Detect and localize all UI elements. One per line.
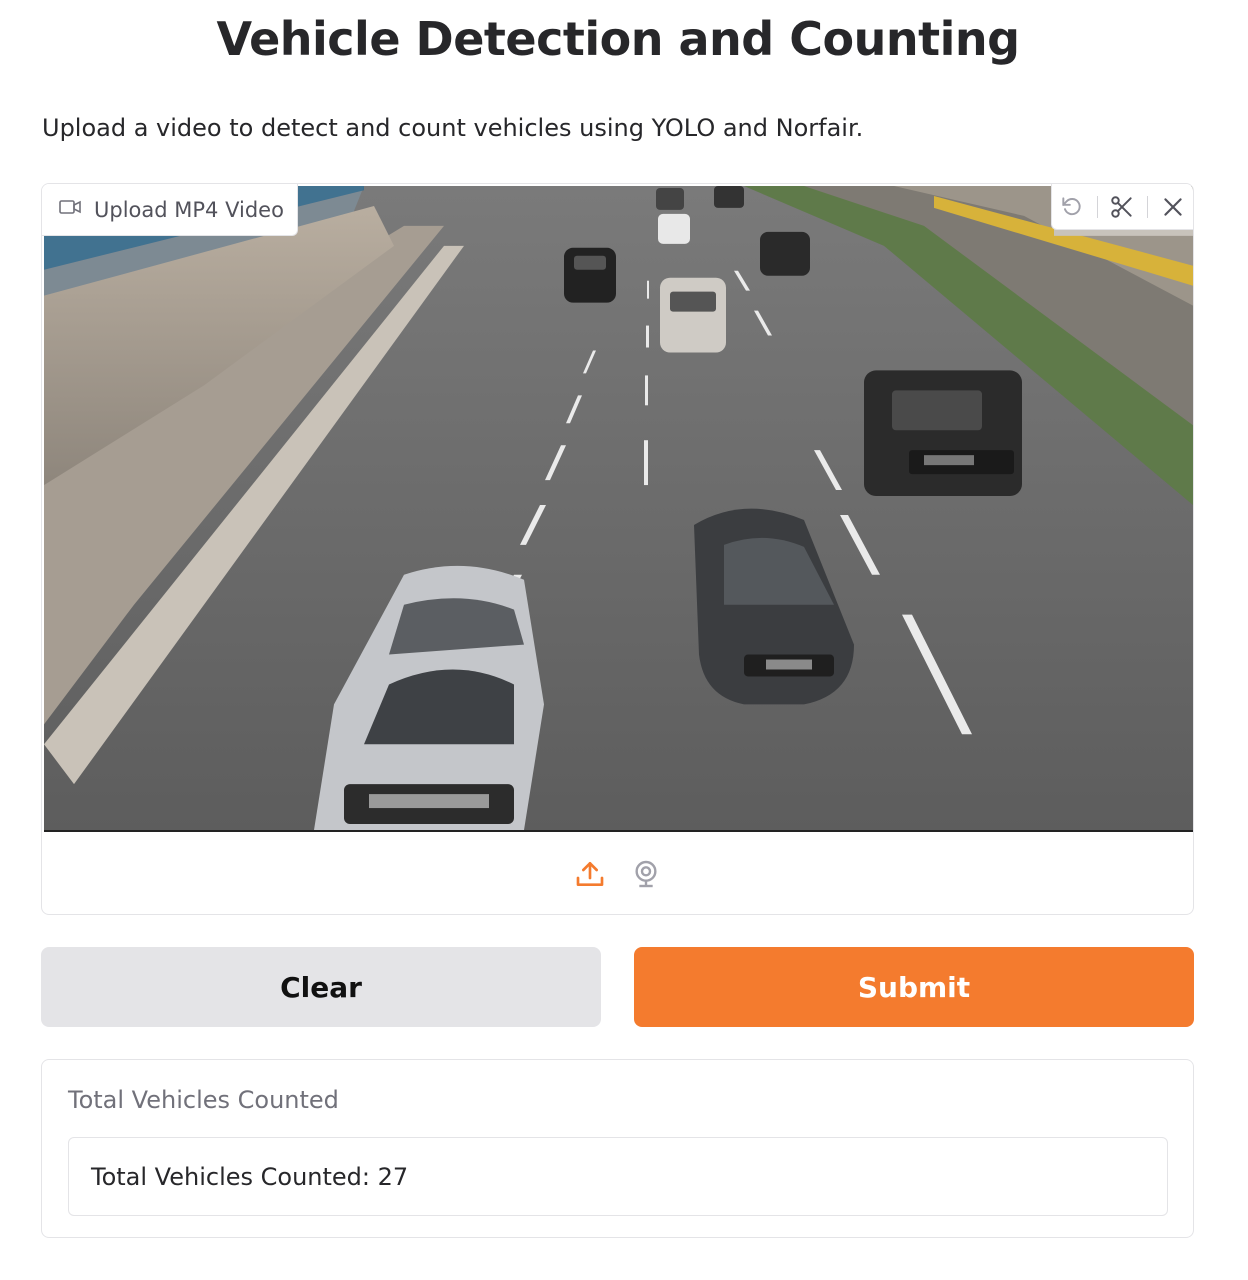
output-textbox[interactable]: Total Vehicles Counted: 27 xyxy=(68,1137,1168,1216)
source-selector xyxy=(42,834,1193,914)
page-description: Upload a video to detect and count vehic… xyxy=(42,114,864,142)
video-camera-icon xyxy=(58,195,82,224)
close-icon[interactable] xyxy=(1158,192,1188,222)
submit-button[interactable]: Submit xyxy=(634,947,1194,1027)
scissors-icon[interactable] xyxy=(1107,192,1137,222)
video-preview[interactable] xyxy=(44,186,1193,832)
toolbar-divider xyxy=(1096,195,1098,218)
output-label: Total Vehicles Counted xyxy=(68,1086,339,1114)
video-input-label-text: Upload MP4 Video xyxy=(94,197,284,222)
clear-button[interactable]: Clear xyxy=(41,947,601,1027)
video-input: Upload MP4 Video xyxy=(41,183,1194,915)
output-panel: Total Vehicles Counted Total Vehicles Co… xyxy=(41,1059,1194,1238)
webcam-icon[interactable] xyxy=(629,857,663,891)
video-toolbar xyxy=(1051,184,1193,230)
page-title: Vehicle Detection and Counting xyxy=(216,12,1020,66)
upload-icon[interactable] xyxy=(573,857,607,891)
video-input-label: Upload MP4 Video xyxy=(42,184,298,236)
toolbar-divider xyxy=(1147,195,1149,218)
undo-icon[interactable] xyxy=(1057,192,1087,222)
